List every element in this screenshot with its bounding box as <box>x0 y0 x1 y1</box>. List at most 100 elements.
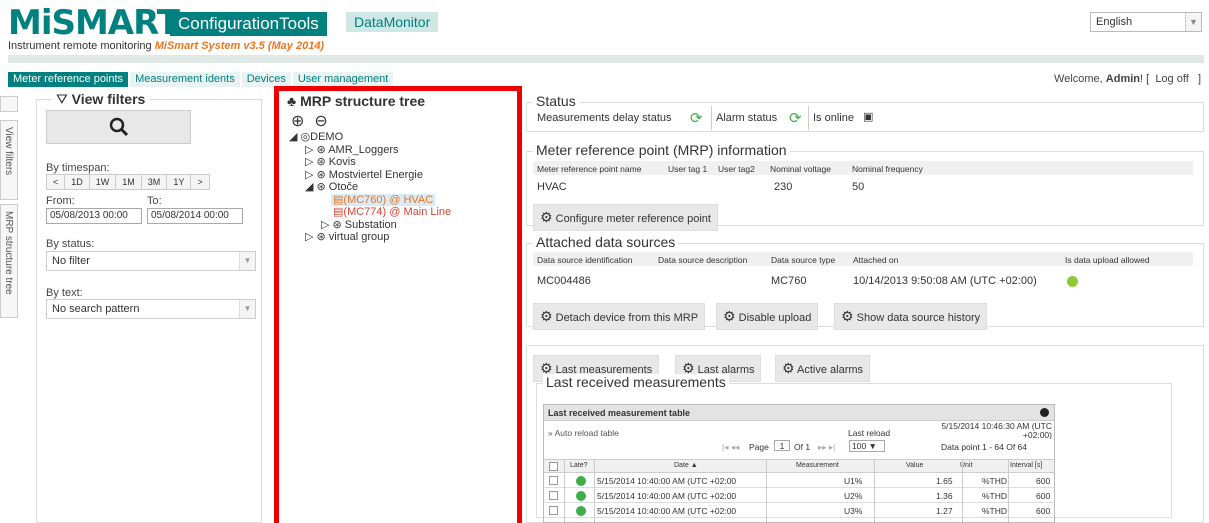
welcome-text: Welcome, Admin! [ Log off ] <box>1054 73 1201 85</box>
col-interval[interactable]: Interval [s] <box>1010 462 1042 469</box>
logoff-link[interactable]: Log off <box>1155 73 1188 85</box>
col-ds-id: Data source identification <box>537 255 633 265</box>
datamonitor-tab[interactable]: DataMonitor <box>346 12 439 32</box>
tree-node-demo[interactable]: ◢ ◎DEMO <box>289 131 451 144</box>
timespan-3m-button[interactable]: 3M <box>140 174 168 190</box>
filter-icon: ⛛ <box>56 91 68 107</box>
timespan-1y-button[interactable]: 1Y <box>166 174 192 190</box>
timespan-prev-button[interactable]: < <box>46 174 66 190</box>
pager-first-icon[interactable]: |◂ ◂◂ <box>722 442 739 453</box>
row-interval: 600 <box>1036 491 1051 501</box>
auto-reload-label: Auto reload table <box>554 428 619 438</box>
text-filter-label: By text: <box>46 287 83 299</box>
detach-device-button[interactable]: ⚙ Detach device from this MRP <box>533 303 706 330</box>
row-checkbox[interactable] <box>549 491 558 500</box>
timespan-1d-button[interactable]: 1D <box>64 174 90 190</box>
row-checkbox[interactable] <box>549 476 558 485</box>
nav-measurement-idents[interactable]: Measurement idents <box>130 72 240 87</box>
col-late[interactable]: Late? <box>570 462 588 469</box>
tree-node-mostviertel[interactable]: ▷ ⊛ Mostviertel Energie <box>289 169 451 182</box>
side-tab-top <box>0 96 18 112</box>
status-filter-select[interactable]: No filter ▼ <box>46 251 256 271</box>
nav-devices[interactable]: Devices <box>241 72 291 87</box>
gear-icon: ⚙ <box>723 308 736 324</box>
col-ds-description: Data source description <box>658 255 748 265</box>
from-label: From: <box>46 195 75 207</box>
configurationtools-tab[interactable]: ConfigurationTools <box>170 12 327 36</box>
side-tab-label: View filters <box>3 127 14 176</box>
col-divider <box>564 459 565 522</box>
nav-user-management[interactable]: User management <box>292 72 394 87</box>
row-unit: %THD <box>982 491 1008 501</box>
row-checkbox[interactable] <box>549 506 558 515</box>
col-value[interactable]: Value <box>906 462 923 469</box>
welcome-suffix: ! [ <box>1140 73 1150 85</box>
active-alarms-button[interactable]: ⚙ Active alarms <box>775 355 871 382</box>
refresh-icon[interactable]: ⟳ <box>690 109 703 127</box>
col-user-tag1: User tag 1 <box>668 164 708 174</box>
page-input[interactable]: 1 <box>774 440 790 451</box>
timespan-1w-button[interactable]: 1W <box>88 174 117 190</box>
show-history-button[interactable]: ⚙ Show data source history <box>834 303 988 330</box>
chevron-down-icon: ▼ <box>1185 13 1201 31</box>
page-size-select[interactable]: 100 ▼ <box>849 440 885 452</box>
detach-label: Detach device from this MRP <box>555 312 699 324</box>
timespan-label: By timespan: <box>46 162 110 174</box>
text-filter-select[interactable]: No search pattern ▼ <box>46 299 256 319</box>
disable-upload-button[interactable]: ⚙ Disable upload <box>716 303 819 330</box>
tree-node-mc760[interactable]: ▤(MC760) @ HVAC <box>289 193 451 207</box>
tree-node-mc774[interactable]: ▤(MC774) @ Main Line <box>289 206 451 219</box>
page-size-value: 100 <box>852 441 867 451</box>
to-date-input[interactable]: 05/08/2014 00:00 <box>147 208 243 224</box>
tree-node-otoce[interactable]: ◢ ⊛ Otoče <box>289 181 451 194</box>
gear-icon: ⚙ <box>782 360 795 376</box>
col-measurement[interactable]: Measurement <box>796 462 839 469</box>
collapse-icon[interactable] <box>1040 408 1049 417</box>
gear-icon: ⚙ <box>540 209 553 225</box>
tree-node-label: Substation <box>344 218 397 231</box>
tree-node-label: Kovis <box>328 156 356 168</box>
timespan-1m-button[interactable]: 1M <box>115 174 142 190</box>
language-select[interactable]: English ▼ <box>1090 12 1202 32</box>
select-all-checkbox[interactable] <box>549 462 558 471</box>
check-icon <box>576 506 586 516</box>
gear-icon: ⚙ <box>540 308 553 324</box>
pager-next-icon[interactable]: ▸▸ ▸| <box>818 442 835 453</box>
search-button[interactable] <box>46 110 191 144</box>
alarm-status-label: Alarm status <box>716 112 778 124</box>
filters-title: ⛛ View filters <box>52 91 150 108</box>
monitor-icon: ▣ <box>863 111 874 123</box>
configure-mrp-button[interactable]: ⚙ Configure meter reference point <box>533 204 718 231</box>
timespan-next-button[interactable]: > <box>190 174 210 190</box>
table-row[interactable]: 5/15/2014 10:40:00 AM (UTC +02:00 U1% 1.… <box>544 474 1054 488</box>
table-row[interactable]: 5/15/2014 10:40:00 AM (UTC +02:00 U2% 1.… <box>544 489 1054 503</box>
tree-node-virtual-group[interactable]: ▷ ⊛ virtual group <box>289 231 451 244</box>
table-row[interactable]: 5/15/2014 10:40:00 AM (UTC +02:00 U3% 1.… <box>544 504 1054 518</box>
divider <box>808 106 809 130</box>
col-user-tag2: User tag2 <box>718 164 755 174</box>
col-date[interactable]: Date ▲ <box>674 462 698 469</box>
side-tab-view-filters[interactable]: View filters <box>0 120 18 200</box>
col-divider <box>962 459 963 522</box>
table-title-bar: Last received measurement table <box>544 405 1054 421</box>
tree-node-label: (MC760) @ HVAC <box>343 193 434 206</box>
tree-node-label: Mostviertel Energie <box>328 168 423 181</box>
tree-node-substation[interactable]: ▷ ⊛ Substation <box>289 219 451 232</box>
col-mrp-name: Meter reference point name <box>537 164 642 174</box>
row-measurement: U2% <box>844 491 863 501</box>
tree-node-label: Otoče <box>328 181 359 193</box>
row-interval: 600 <box>1036 506 1051 516</box>
col-attached-on: Attached on <box>853 255 899 265</box>
chevron-down-icon: ▼ <box>239 300 255 318</box>
header-divider <box>8 55 1204 63</box>
tree-node-kovis[interactable]: ▷ ⊛ Kovis <box>289 156 451 169</box>
refresh-icon[interactable]: ⟳ <box>789 109 802 127</box>
auto-reload-toggle[interactable]: » Auto reload table <box>548 428 619 438</box>
tree-node-amr-loggers[interactable]: ▷ ⊛ AMR_Loggers <box>289 144 451 157</box>
side-tab-mrp-tree[interactable]: MRP structure tree <box>0 204 18 318</box>
from-date-input[interactable]: 05/08/2013 00:00 <box>46 208 142 224</box>
nav-meter-reference-points[interactable]: Meter reference points <box>8 72 129 87</box>
collapse-all-icon[interactable]: ⊖ <box>314 111 327 131</box>
attached-on-value: 10/14/2013 9:50:08 AM (UTC +02:00) <box>853 275 1037 287</box>
expand-all-icon[interactable]: ⊕ <box>291 111 304 131</box>
